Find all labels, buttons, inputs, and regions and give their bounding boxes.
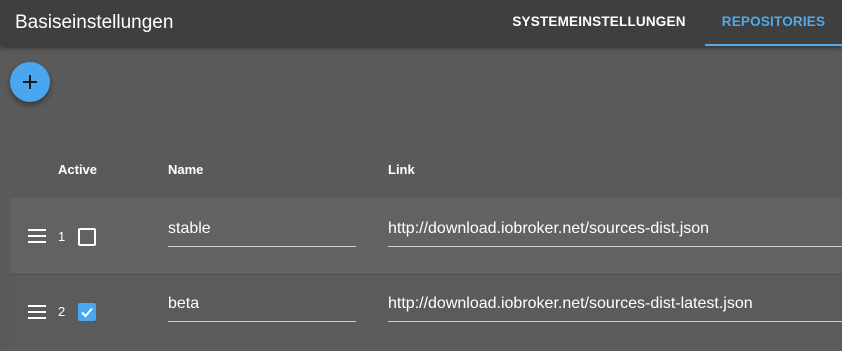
column-header-link: Link (388, 162, 415, 177)
row-number: 1 (58, 229, 66, 244)
page-title: Basiseinstellungen (15, 12, 174, 33)
repository-link-input[interactable]: http://download.iobroker.net/sources-dis… (388, 291, 842, 322)
active-checkbox[interactable] (78, 303, 96, 321)
active-checkbox[interactable] (78, 228, 96, 246)
plus-icon (23, 75, 37, 89)
drag-handle-icon[interactable] (28, 229, 46, 243)
repository-name-input[interactable]: beta (168, 291, 356, 322)
column-header-name: Name (168, 162, 204, 177)
drag-handle-icon[interactable] (28, 305, 46, 319)
table-row: 1 stable http://download.iobroker.net/so… (10, 198, 842, 274)
tab-systemeinstellungen[interactable]: SYSTEMEINSTELLUNGEN (493, 0, 705, 46)
repository-name-value: beta (168, 295, 200, 312)
table-row: 2 beta http://download.iobroker.net/sour… (10, 274, 842, 351)
column-header-active: Active (58, 162, 98, 177)
repository-name-input[interactable]: stable (168, 216, 356, 247)
checkmark-icon (81, 307, 93, 318)
repository-link-input[interactable]: http://download.iobroker.net/sources-dis… (388, 216, 842, 247)
repository-link-value: http://download.iobroker.net/sources-dis… (388, 295, 753, 312)
add-repository-button[interactable] (10, 62, 50, 102)
row-number: 2 (58, 304, 66, 319)
tab-repositories[interactable]: REPOSITORIES (705, 0, 842, 46)
repository-name-value: stable (168, 220, 211, 237)
repository-link-value: http://download.iobroker.net/sources-dis… (388, 220, 710, 237)
active-tab-indicator (705, 44, 842, 46)
app-bar: Basiseinstellungen SYSTEMEINSTELLUNGEN R… (0, 0, 842, 46)
